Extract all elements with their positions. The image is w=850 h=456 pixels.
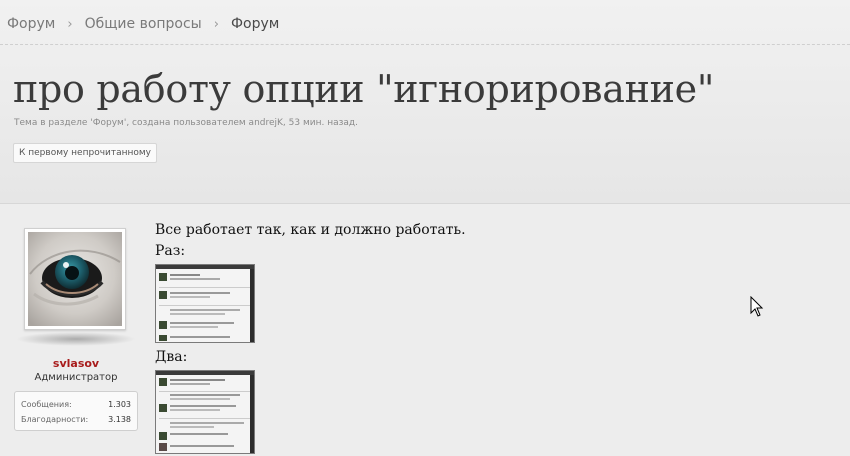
avatar[interactable] — [24, 228, 126, 330]
screenshot-thumbnail-2[interactable] — [155, 370, 255, 454]
stat-value[interactable]: 3.138 — [108, 415, 131, 424]
chevron-right-icon: › — [67, 16, 73, 32]
breadcrumb-item-current[interactable]: Форум — [231, 16, 279, 32]
stat-label: Благодарности: — [21, 415, 89, 424]
thumbnail-image — [156, 265, 254, 342]
stat-messages: Сообщения: 1.303 — [21, 400, 131, 409]
mouse-pointer-icon — [750, 295, 764, 322]
thread-header: Форум › Общие вопросы › Форум про работу… — [0, 0, 850, 204]
user-role: Администратор — [34, 372, 118, 383]
avatar-shadow — [16, 332, 136, 346]
divider — [0, 44, 850, 45]
stat-thanks: Благодарности: 3.138 — [21, 415, 131, 424]
page-title: про работу опции "игнорирование" — [13, 67, 715, 111]
chevron-right-icon: › — [213, 16, 219, 32]
message-text: Все работает так, как и должно работать. — [155, 222, 466, 238]
label-two: Два: — [155, 349, 188, 365]
user-stats: Сообщения: 1.303 Благодарности: 3.138 — [14, 391, 138, 431]
stat-label: Сообщения: — [21, 400, 72, 409]
post: svlasov Администратор Сообщения: 1.303 Б… — [0, 204, 850, 456]
breadcrumb-item-forum[interactable]: Форум — [7, 16, 55, 32]
breadcrumb: Форум › Общие вопросы › Форум — [7, 14, 279, 34]
breadcrumb-item-general-questions[interactable]: Общие вопросы — [85, 16, 202, 32]
eye-avatar-icon — [28, 232, 122, 326]
avatar-image — [28, 232, 122, 326]
label-one: Раз: — [155, 243, 186, 259]
stat-value[interactable]: 1.303 — [108, 400, 131, 409]
username[interactable]: svlasov — [0, 357, 152, 370]
first-unread-button[interactable]: К первому непрочитанному — [13, 143, 158, 163]
thumbnail-image — [156, 371, 254, 453]
thread-meta: Тема в разделе 'Форум', создана пользова… — [14, 118, 358, 128]
screenshot-thumbnail-1[interactable] — [155, 264, 255, 343]
